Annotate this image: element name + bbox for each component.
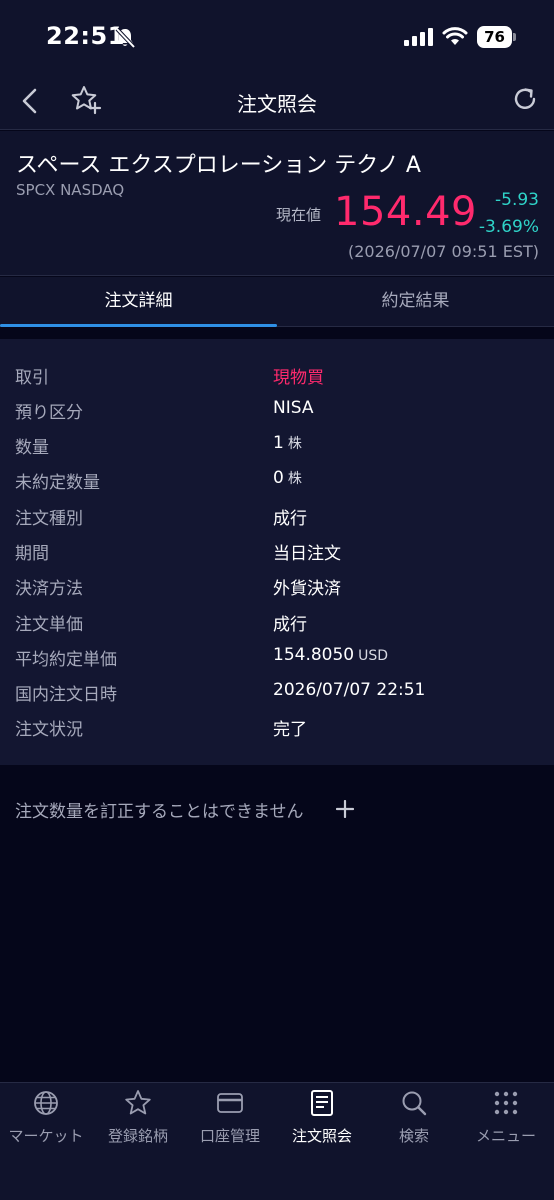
- tab-execution-results[interactable]: 約定結果: [277, 277, 554, 327]
- tabbar-item-market[interactable]: マーケット: [0, 1083, 92, 1163]
- detail-unit: 株: [287, 471, 302, 487]
- detail-label: 預り区分: [15, 403, 83, 423]
- current-price: 154.49: [334, 189, 477, 235]
- battery-tip: [513, 33, 516, 41]
- detail-value: 外貨決済: [273, 579, 341, 599]
- grid-menu-icon: [494, 1091, 518, 1115]
- bell-muted-icon: [115, 27, 136, 49]
- detail-value: 0株: [273, 468, 302, 488]
- tabbar-label: 注文照会: [291, 1127, 352, 1145]
- stock-name: スペース エクスプロレーション テクノ A: [16, 153, 421, 178]
- detail-row-unfilled-quantity: 未約定数量 0株: [0, 464, 554, 499]
- order-details: 取引 現物買 預り区分 NISA 数量 1株 未約定数量 0株 注文種別 成行 …: [0, 339, 554, 765]
- detail-label: 取引: [15, 368, 49, 388]
- tabbar-label: マーケット: [8, 1127, 84, 1145]
- price-change: -5.93: [495, 190, 539, 210]
- tabbar-label: メニュー: [475, 1127, 536, 1145]
- detail-row-order-price: 注文単価 成行: [0, 606, 554, 641]
- bottom-tab-bar: マーケット 登録銘柄 口座管理 注文照会 検索 メニュー: [0, 1082, 554, 1200]
- quantity-correction-note[interactable]: 注文数量を訂正することはできません: [15, 797, 304, 822]
- detail-value: 1株: [273, 433, 302, 453]
- detail-value: 成行: [273, 509, 307, 529]
- wifi-icon: [442, 27, 468, 45]
- detail-unit: USD: [358, 648, 389, 664]
- battery-indicator: 76: [477, 26, 517, 48]
- tabbar-item-orders[interactable]: 注文照会: [276, 1083, 368, 1163]
- tabbar-label: 登録銘柄: [107, 1127, 168, 1145]
- page-title: 注文照会: [237, 92, 317, 116]
- detail-label: 注文種別: [15, 509, 83, 529]
- detail-label: 国内注文日時: [15, 685, 117, 705]
- globe-icon: [34, 1091, 58, 1115]
- detail-value: 完了: [273, 720, 307, 740]
- tabbar-item-account[interactable]: 口座管理: [184, 1083, 276, 1163]
- detail-value: 154.8050 USD: [273, 645, 389, 665]
- detail-tabs: 注文詳細 約定結果: [0, 277, 554, 327]
- nav-bar: 注文照会: [0, 72, 554, 130]
- status-bar: 22:51 76: [0, 0, 554, 72]
- detail-row-quantity: 数量 1株: [0, 429, 554, 464]
- tabbar-item-search[interactable]: 検索: [368, 1083, 460, 1163]
- detail-label: 未約定数量: [15, 473, 100, 493]
- tabbar-item-menu[interactable]: メニュー: [460, 1083, 552, 1163]
- active-tab-indicator: [0, 324, 277, 327]
- search-icon: [402, 1091, 427, 1116]
- detail-value: NISA: [273, 398, 314, 418]
- detail-row-order-datetime: 国内注文日時 2026/07/07 22:51: [0, 676, 554, 711]
- detail-label: 注文単価: [15, 615, 83, 635]
- detail-value: 成行: [273, 615, 307, 635]
- detail-row-account-type: 預り区分 NISA: [0, 394, 554, 429]
- tab-order-details[interactable]: 注文詳細: [0, 277, 277, 327]
- detail-value: 現物買: [273, 368, 324, 388]
- detail-row-order-status: 注文状況 完了: [0, 711, 554, 746]
- tabbar-label: 口座管理: [199, 1127, 260, 1145]
- card-icon: [217, 1093, 243, 1113]
- document-icon: [311, 1090, 333, 1116]
- stock-header: スペース エクスプロレーション テクノ A SPCX NASDAQ 現在値 15…: [0, 131, 554, 276]
- plus-icon[interactable]: [336, 800, 354, 818]
- star-icon: [125, 1090, 151, 1115]
- stock-ticker: SPCX NASDAQ: [16, 181, 125, 199]
- detail-value: 2026/07/07 22:51: [273, 680, 426, 700]
- detail-row-avg-price: 平均約定単価 154.8050 USD: [0, 641, 554, 676]
- tabbar-label: 検索: [398, 1127, 429, 1145]
- detail-label: 期間: [15, 544, 49, 564]
- refresh-icon[interactable]: [510, 84, 540, 114]
- detail-row-settlement: 決済方法 外貨決済: [0, 570, 554, 605]
- detail-row-order-type: 注文種別 成行: [0, 500, 554, 535]
- battery-level: 76: [477, 26, 512, 48]
- detail-label: 注文状況: [15, 720, 83, 740]
- detail-label: 決済方法: [15, 579, 83, 599]
- detail-row-period: 期間 当日注文: [0, 535, 554, 570]
- cellular-signal-icon: [404, 28, 433, 46]
- detail-row-trade: 取引 現物買: [0, 359, 554, 394]
- detail-value: 当日注文: [273, 544, 341, 564]
- detail-label: 数量: [15, 438, 49, 458]
- detail-label: 平均約定単価: [15, 650, 117, 670]
- price-change-percent: -3.69%: [478, 217, 539, 237]
- detail-unit: 株: [287, 436, 302, 452]
- price-label: 現在値: [276, 206, 322, 224]
- tabbar-item-watchlist[interactable]: 登録銘柄: [92, 1083, 184, 1163]
- price-timestamp: (2026/07/07 09:51 EST): [347, 242, 539, 261]
